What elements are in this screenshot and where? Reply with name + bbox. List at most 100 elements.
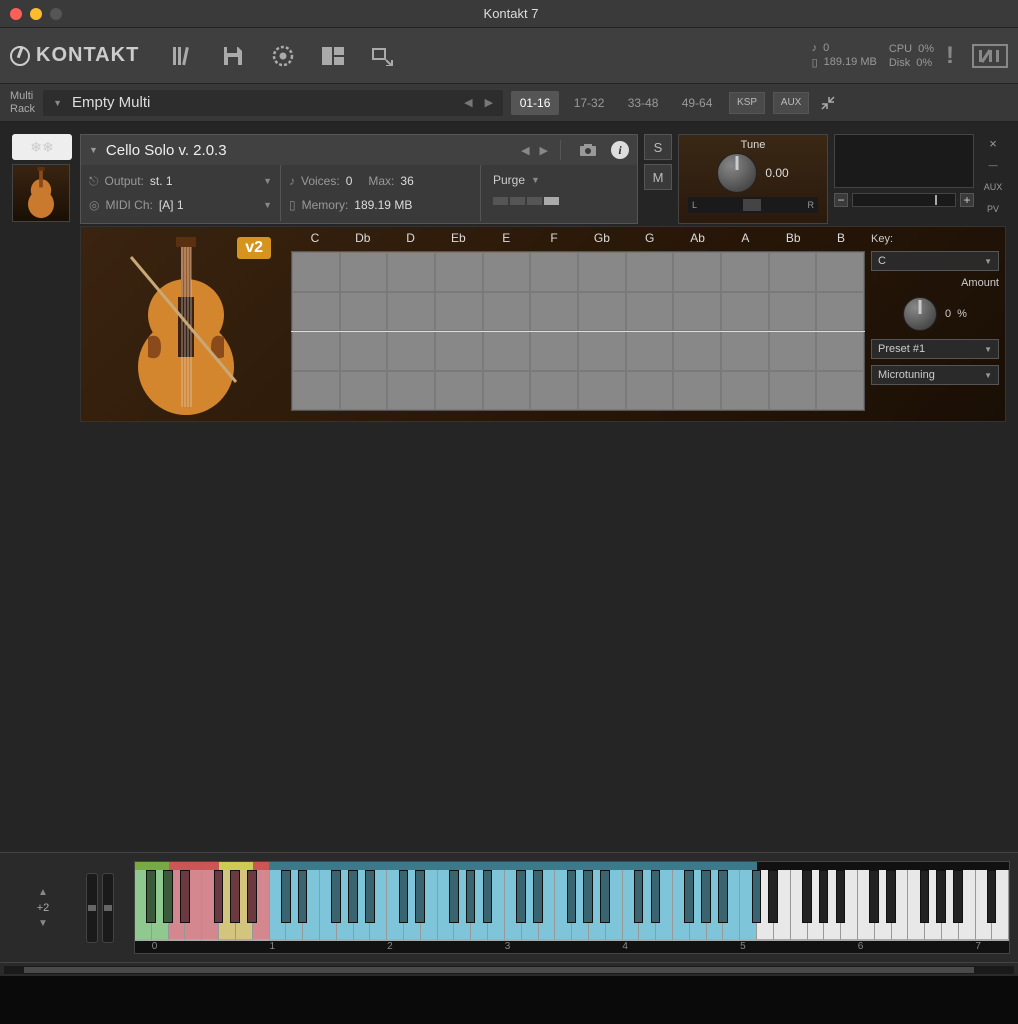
range-33-48[interactable]: 33-48 — [619, 91, 667, 115]
collapse-icon[interactable] — [817, 92, 839, 114]
solo-button[interactable]: S — [644, 134, 672, 160]
white-key[interactable] — [639, 870, 656, 941]
tune-value[interactable]: 0.00 — [765, 166, 788, 180]
white-key[interactable] — [791, 870, 808, 941]
white-key[interactable] — [623, 870, 640, 941]
vol-plus[interactable]: + — [960, 193, 974, 207]
white-key[interactable] — [572, 870, 589, 941]
white-key[interactable] — [219, 870, 236, 941]
white-key[interactable] — [185, 870, 202, 941]
range-17-32[interactable]: 17-32 — [565, 91, 613, 115]
pitch-wheel[interactable] — [86, 873, 98, 943]
white-key[interactable] — [959, 870, 976, 941]
white-key[interactable] — [992, 870, 1009, 941]
white-key[interactable] — [774, 870, 791, 941]
rack-view-icon[interactable] — [319, 42, 347, 70]
vol-minus[interactable]: − — [834, 193, 848, 207]
white-key[interactable] — [690, 870, 707, 941]
horizontal-scrollbar[interactable] — [0, 962, 1018, 976]
minimize-window[interactable] — [30, 8, 42, 20]
key-selector[interactable]: C▼ — [871, 251, 999, 271]
pan-slider[interactable]: L R — [688, 197, 818, 213]
white-key[interactable] — [236, 870, 253, 941]
range-49-64[interactable]: 49-64 — [673, 91, 721, 115]
white-key[interactable] — [152, 870, 169, 941]
multi-selector[interactable]: ▼ Empty Multi ◀ ▶ — [43, 90, 503, 116]
zoom-window[interactable] — [50, 8, 62, 20]
info-icon[interactable]: i — [611, 141, 629, 159]
pv-button[interactable]: PV — [987, 200, 999, 218]
white-key[interactable] — [454, 870, 471, 941]
midi-ch-row[interactable]: ◎ MIDI Ch: [A] 1 ▼ — [89, 193, 272, 217]
octave-down-icon[interactable]: ▼ — [38, 918, 48, 929]
snapshot-icon[interactable] — [579, 143, 597, 157]
freeze-button[interactable]: ❄❄ — [12, 134, 72, 160]
white-key[interactable] — [253, 870, 270, 941]
volume-slider[interactable] — [852, 193, 956, 207]
save-icon[interactable] — [219, 42, 247, 70]
white-key[interactable] — [589, 870, 606, 941]
white-key[interactable] — [370, 870, 387, 941]
white-key[interactable] — [892, 870, 909, 941]
preset-selector[interactable]: Preset #1▼ — [871, 339, 999, 359]
white-key[interactable] — [740, 870, 757, 941]
microtuning-selector[interactable]: Microtuning▼ — [871, 365, 999, 385]
white-key[interactable] — [471, 870, 488, 941]
range-01-16[interactable]: 01-16 — [511, 91, 559, 115]
white-key[interactable] — [488, 870, 505, 941]
aux-button[interactable]: AUX — [773, 92, 809, 114]
white-key[interactable] — [135, 870, 152, 941]
white-key[interactable] — [858, 870, 875, 941]
white-key[interactable] — [723, 870, 740, 941]
white-key[interactable] — [404, 870, 421, 941]
white-key[interactable] — [808, 870, 825, 941]
white-key[interactable] — [606, 870, 623, 941]
output-row[interactable]: ⎋ Output: st. 1 ▼ — [89, 169, 272, 193]
white-key[interactable] — [942, 870, 959, 941]
purge-menu[interactable]: Purge ▼ — [485, 169, 567, 191]
white-key[interactable] — [270, 870, 287, 941]
white-key[interactable] — [387, 870, 404, 941]
white-key[interactable] — [169, 870, 186, 941]
tuning-grid[interactable] — [291, 251, 865, 411]
white-key[interactable] — [673, 870, 690, 941]
collapse-instrument-icon[interactable]: ▼ — [89, 145, 98, 155]
white-key[interactable] — [337, 870, 354, 941]
instrument-thumbnail[interactable] — [12, 164, 70, 222]
minimize-instrument-icon[interactable]: — — [989, 156, 998, 174]
mute-button[interactable]: M — [644, 164, 672, 190]
white-key[interactable] — [656, 870, 673, 941]
ni-logo-icon[interactable] — [972, 44, 1008, 68]
close-window[interactable] — [10, 8, 22, 20]
white-key[interactable] — [505, 870, 522, 941]
white-key[interactable] — [824, 870, 841, 941]
virtual-keyboard[interactable]: 01234567 — [134, 861, 1010, 954]
next-instrument-icon[interactable]: ▶ — [540, 144, 548, 157]
white-key[interactable] — [320, 870, 337, 941]
white-key[interactable] — [286, 870, 303, 941]
minimize-view-icon[interactable] — [369, 42, 397, 70]
white-key[interactable] — [555, 870, 572, 941]
white-key[interactable] — [976, 870, 993, 941]
mod-wheel[interactable] — [102, 873, 114, 943]
alert-icon[interactable]: ! — [946, 41, 952, 71]
next-multi-icon[interactable]: ▶ — [485, 96, 493, 109]
white-key[interactable] — [841, 870, 858, 941]
white-key[interactable] — [908, 870, 925, 941]
amount-value[interactable]: 0 — [945, 308, 951, 320]
white-key[interactable] — [757, 870, 774, 941]
white-key[interactable] — [303, 870, 320, 941]
white-key[interactable] — [202, 870, 219, 941]
white-key[interactable] — [875, 870, 892, 941]
white-key[interactable] — [925, 870, 942, 941]
amount-knob[interactable] — [903, 297, 937, 331]
white-key[interactable] — [539, 870, 556, 941]
white-key[interactable] — [354, 870, 371, 941]
white-key[interactable] — [438, 870, 455, 941]
prev-multi-icon[interactable]: ◀ — [464, 96, 472, 109]
white-key[interactable] — [707, 870, 724, 941]
tune-knob[interactable] — [717, 153, 757, 193]
max-voices[interactable]: 36 — [400, 174, 413, 188]
white-key[interactable] — [522, 870, 539, 941]
prev-instrument-icon[interactable]: ◀ — [521, 144, 529, 157]
